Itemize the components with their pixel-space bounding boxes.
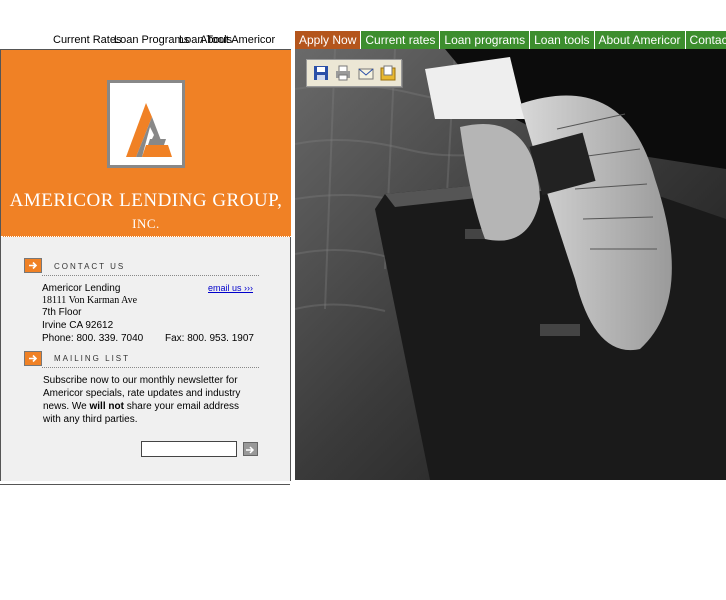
tab-loan-programs[interactable]: Loan programs xyxy=(440,31,531,49)
top-link-loan-programs[interactable]: Loan Programs xyxy=(114,34,189,46)
newsletter-text-bold: will not xyxy=(89,401,124,412)
email-icon[interactable] xyxy=(358,65,374,81)
arrow-icon xyxy=(24,351,42,366)
tab-loan-tools[interactable]: Loan tools xyxy=(530,31,595,49)
email-link[interactable]: email us ››› xyxy=(208,283,253,293)
newsletter-text: Subscribe now to our monthly newsletter … xyxy=(43,374,258,426)
company-suffix: INC. xyxy=(132,216,160,231)
tab-apply-now[interactable]: Apply Now xyxy=(295,31,362,49)
tab-current-rates[interactable]: Current rates xyxy=(361,31,441,49)
top-link-about-americor[interactable]: About Americor xyxy=(200,34,275,46)
mailing-heading: MAILING LIST xyxy=(54,354,131,363)
contact-phone: Phone: 800. 339. 7040 xyxy=(42,333,144,344)
divider xyxy=(0,484,290,485)
divider xyxy=(42,367,259,368)
divider xyxy=(42,275,259,276)
contact-city: Irvine CA 92612 xyxy=(42,320,114,331)
subscribe-email-input[interactable] xyxy=(141,441,237,457)
company-name: AMERICOR LENDING GROUP, INC. xyxy=(1,190,291,234)
arrow-icon xyxy=(24,258,42,273)
print-icon[interactable] xyxy=(335,65,351,81)
top-link-current-rates[interactable]: Current Rates xyxy=(53,34,121,46)
contact-name: Americor Lending xyxy=(42,283,121,294)
tab-about-americor[interactable]: About Americor xyxy=(594,31,686,49)
brand-header: AMERICOR LENDING GROUP, INC. xyxy=(1,50,291,237)
page-toolbar xyxy=(306,59,402,87)
contact-floor: 7th Floor xyxy=(42,307,82,318)
save-icon[interactable] xyxy=(313,65,329,81)
contact-street: 18111 Von Karman Ave xyxy=(42,295,138,306)
hero-photo xyxy=(295,49,726,480)
contact-heading: CONTACT US xyxy=(54,262,126,271)
contact-fax: Fax: 800. 953. 1907 xyxy=(165,333,254,344)
company-logo xyxy=(107,80,185,168)
subscribe-button[interactable] xyxy=(243,442,258,456)
tab-contact-us[interactable]: Contact us xyxy=(685,31,726,49)
company-name-text: AMERICOR LENDING GROUP, xyxy=(9,190,283,211)
bookmark-icon[interactable] xyxy=(380,65,396,81)
main-nav: Apply Now Current rates Loan programs Lo… xyxy=(295,31,726,49)
left-panel: AMERICOR LENDING GROUP, INC. CONTACT US … xyxy=(0,49,291,481)
